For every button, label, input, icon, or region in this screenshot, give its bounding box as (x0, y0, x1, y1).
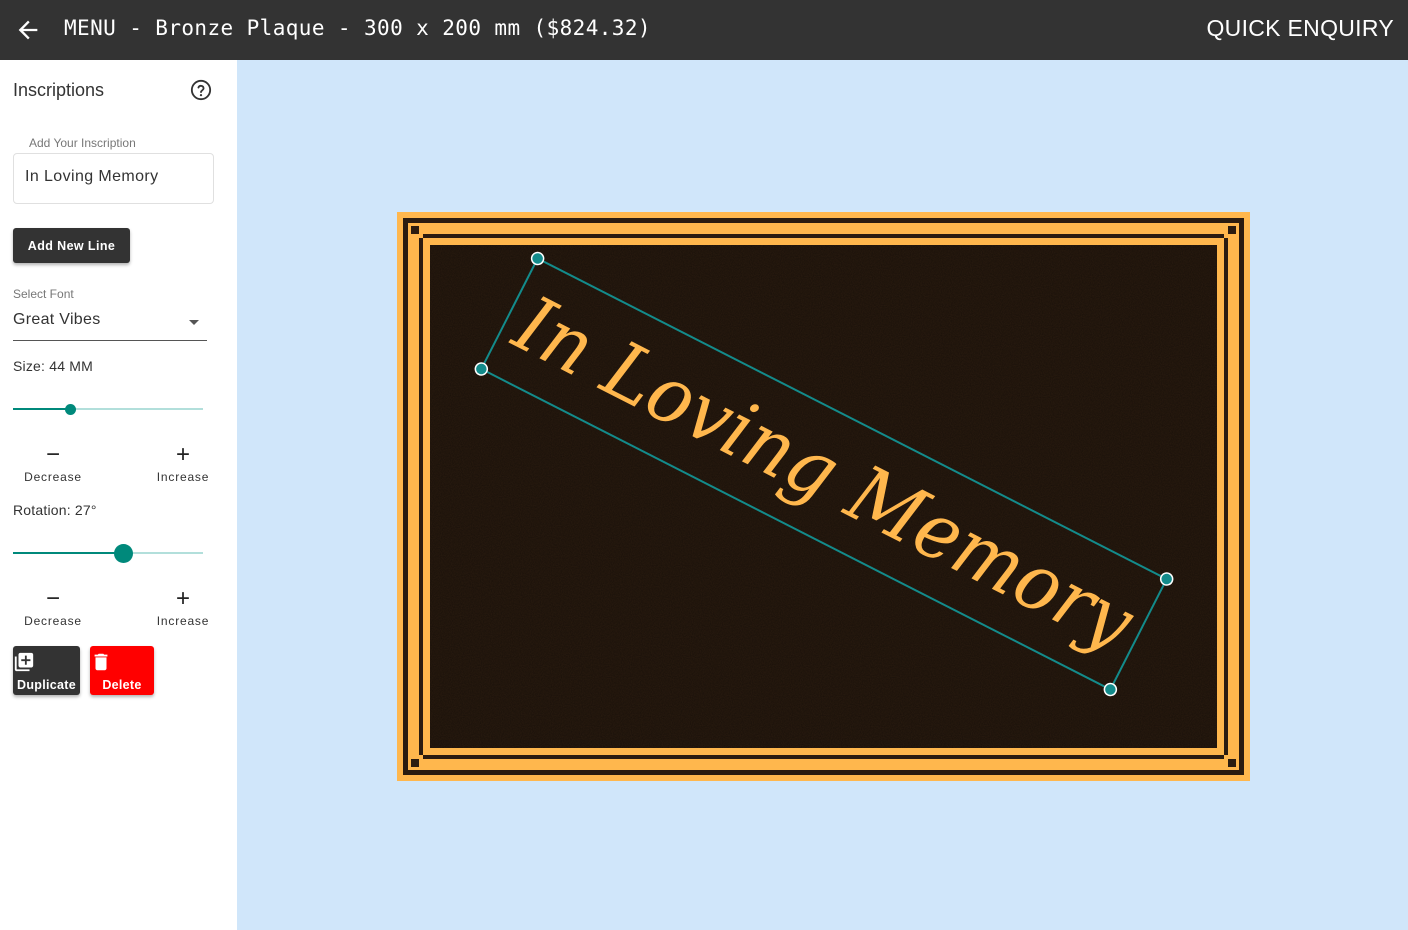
inscription-field-label: Add Your Inscription (29, 136, 136, 150)
trash-icon (94, 653, 108, 671)
size-decrease-button[interactable]: − Decrease (13, 443, 93, 487)
minus-icon: − (45, 585, 60, 612)
plus-icon: + (175, 585, 190, 612)
size-label: Size: 44 MM (13, 358, 93, 374)
rotation-slider-fill (13, 552, 124, 554)
top-bar: MENU - Bronze Plaque - 300 x 200 mm ($82… (0, 0, 1408, 60)
design-canvas[interactable]: In Loving Memory (237, 60, 1408, 930)
rotation-increase-label: Increase (156, 614, 210, 628)
page-title[interactable]: MENU - Bronze Plaque - 300 x 200 mm ($82… (64, 14, 651, 42)
plus-icon: + (175, 441, 190, 468)
plaque-corner-br-dot (1228, 759, 1236, 767)
delete-button[interactable]: Delete (90, 646, 154, 695)
size-decrease-label: Decrease (24, 470, 82, 484)
size-slider-thumb[interactable] (64, 403, 76, 415)
bronze-plaque[interactable]: In Loving Memory (397, 212, 1250, 781)
help-circle-icon[interactable] (190, 79, 212, 101)
rotation-slider-thumb[interactable] (113, 543, 133, 563)
inscription-field[interactable] (13, 153, 214, 204)
rotation-slider[interactable] (13, 543, 203, 563)
rotation-increase-button[interactable]: + Increase (143, 587, 223, 631)
size-increase-label: Increase (156, 470, 210, 484)
font-select-label: Select Font (13, 287, 74, 301)
library-add-icon (14, 652, 34, 672)
plaque-corner-bl-dot (411, 759, 419, 767)
duplicate-button[interactable]: Duplicate (13, 646, 80, 695)
inscriptions-sidebar: Inscriptions Add Your Inscription Add Ne… (0, 60, 237, 930)
minus-icon: − (45, 441, 60, 468)
rotation-decrease-button[interactable]: − Decrease (13, 587, 93, 631)
delete-label: Delete (102, 678, 142, 692)
panel-title: Inscriptions (13, 80, 105, 100)
font-select[interactable]: Great Vibes (13, 308, 207, 341)
rotation-label: Rotation: 27° (13, 502, 97, 518)
quick-enquiry-button[interactable]: QUICK ENQUIRY (1206, 14, 1394, 42)
inscription-input[interactable] (25, 168, 205, 186)
back-arrow-icon[interactable] (14, 16, 42, 44)
size-slider-fill (13, 408, 70, 410)
plaque-corner-tr-dot (1228, 226, 1236, 234)
size-increase-button[interactable]: + Increase (143, 443, 223, 487)
font-select-value: Great Vibes (13, 311, 101, 328)
add-new-line-button[interactable]: Add New Line (13, 228, 130, 263)
chevron-down-icon (189, 320, 199, 325)
rotation-decrease-label: Decrease (24, 614, 82, 628)
plaque-corner-tl-dot (411, 226, 419, 234)
duplicate-label: Duplicate (17, 678, 76, 692)
size-slider[interactable] (13, 399, 203, 419)
